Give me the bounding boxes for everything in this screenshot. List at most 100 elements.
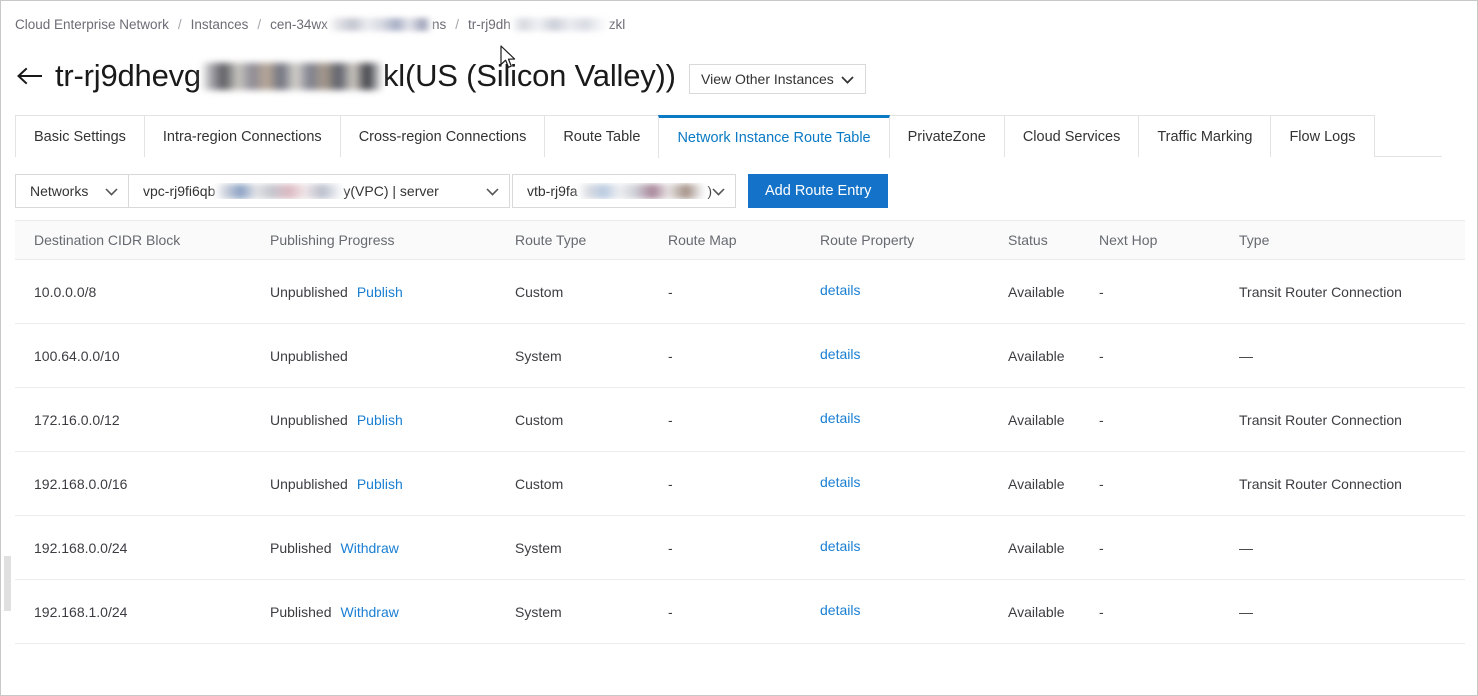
vertical-scrollbar-thumb[interactable] [4, 556, 11, 611]
breadcrumb-tr-id-prefix: tr-rj9dh [467, 16, 511, 32]
tab-traffic-marking[interactable]: Traffic Marking [1138, 115, 1271, 157]
cell-next-hop: - [1099, 539, 1104, 556]
cell-status: Available [1008, 539, 1065, 556]
tab-intra-region-connections[interactable]: Intra-region Connections [143, 115, 340, 157]
table-row: 192.168.1.0/24 Published Withdraw System … [15, 580, 1465, 644]
network-type-select-value: Networks [30, 183, 89, 199]
withdraw-link[interactable]: Withdraw [341, 540, 399, 556]
vertical-scrollbar[interactable] [2, 201, 11, 695]
breadcrumb-item-cen-id[interactable]: cen-34wx ns [270, 17, 446, 32]
breadcrumb-item-cen[interactable]: Cloud Enterprise Network [15, 17, 169, 32]
tab-privatezone[interactable]: PrivateZone [889, 115, 1004, 157]
cell-route-type: System [515, 347, 562, 364]
vpc-select-suffix: y(VPC) | server [343, 183, 439, 199]
breadcrumb-item-instances[interactable]: Instances [191, 17, 249, 32]
vpc-select[interactable]: vpc-rj9fi6qb y(VPC) | server [128, 174, 510, 208]
route-property-details-link[interactable]: details [820, 538, 860, 554]
column-header-next-hop: Next Hop [1099, 232, 1158, 248]
tab-flow-logs[interactable]: Flow Logs [1270, 115, 1375, 157]
cell-status: Available [1008, 411, 1065, 428]
breadcrumb-item-tr-id[interactable]: tr-rj9dh zkl [468, 17, 625, 32]
cell-destination-cidr-block: 172.16.0.0/12 [34, 411, 120, 428]
tab-network-instance-route-table[interactable]: Network Instance Route Table [658, 115, 890, 158]
route-entries-table: Destination CIDR Block Publishing Progre… [15, 220, 1465, 644]
cell-route-map: - [668, 411, 673, 428]
withdraw-link[interactable]: Withdraw [341, 604, 399, 620]
route-property-details-link[interactable]: details [820, 602, 860, 618]
redacted-blur-icon [201, 62, 382, 90]
add-route-entry-button[interactable]: Add Route Entry [748, 174, 889, 208]
publish-link[interactable]: Publish [357, 412, 403, 428]
publishing-status-text: Unpublished [270, 475, 348, 492]
tab-cross-region-connections[interactable]: Cross-region Connections [339, 115, 545, 157]
cell-status: Available [1008, 347, 1065, 364]
cell-route-type: Custom [515, 475, 564, 492]
cell-type: Transit Router Connection [1239, 283, 1402, 300]
table-row: 192.168.0.0/16 Unpublished Publish Custom… [15, 452, 1465, 516]
breadcrumb-cen-id-suffix: ns [431, 16, 447, 32]
cell-route-type: Custom [515, 283, 564, 300]
column-header-route-property: Route Property [820, 232, 915, 248]
breadcrumb: Cloud Enterprise Network / Instances / c… [15, 14, 625, 34]
cell-destination-cidr-block: 192.168.0.0/16 [34, 475, 128, 492]
view-other-instances-button[interactable]: View Other Instances [689, 64, 866, 94]
cell-route-property: details [820, 474, 1008, 492]
cell-route-map: - [668, 283, 673, 300]
cell-publishing-progress: Unpublished [270, 348, 515, 364]
cell-type: — [1239, 603, 1253, 620]
vpc-select-value: vpc-rj9fi6qb y(VPC) | server [143, 183, 439, 199]
table-header-row: Destination CIDR Block Publishing Progre… [15, 220, 1465, 260]
cell-status: Available [1008, 475, 1065, 492]
cell-route-property: details [820, 602, 1008, 620]
cell-publishing-progress: Published Withdraw [270, 540, 515, 556]
view-other-instances-label: View Other Instances [701, 71, 834, 87]
cell-publishing-progress: Unpublished Publish [270, 284, 515, 300]
tab-route-table[interactable]: Route Table [544, 115, 659, 157]
publishing-status-text: Unpublished [270, 347, 348, 364]
redacted-blur-icon [577, 183, 708, 199]
cell-route-type: System [515, 539, 562, 556]
breadcrumb-separator: / [177, 16, 182, 32]
publish-link[interactable]: Publish [357, 284, 403, 300]
cell-route-map: - [668, 539, 673, 556]
breadcrumb-separator: / [455, 16, 459, 32]
tab-cloud-services[interactable]: Cloud Services [1003, 115, 1139, 157]
redacted-blur-icon [510, 18, 609, 32]
network-type-select[interactable]: Networks [15, 174, 129, 208]
table-row: 192.168.0.0/24 Published Withdraw System … [15, 516, 1465, 580]
route-property-details-link[interactable]: details [820, 346, 860, 362]
tab-bar: Basic Settings Intra-region Connections … [15, 115, 1442, 158]
chevron-down-icon [841, 71, 854, 87]
page-root: Cloud Enterprise Network / Instances / c… [0, 0, 1478, 696]
column-header-route-type: Route Type [515, 232, 587, 248]
cell-publishing-progress: Unpublished Publish [270, 476, 515, 492]
route-property-details-link[interactable]: details [820, 410, 860, 426]
route-property-details-link[interactable]: details [820, 474, 860, 490]
cell-type: — [1239, 347, 1253, 364]
cell-route-property: details [820, 410, 1008, 428]
publishing-status-text: Published [270, 539, 332, 556]
cell-destination-cidr-block: 10.0.0.0/8 [34, 283, 97, 300]
cell-destination-cidr-block: 192.168.0.0/24 [34, 539, 128, 556]
breadcrumb-tr-id-suffix: zkl [608, 16, 626, 32]
cell-type: — [1239, 539, 1253, 556]
route-table-select[interactable]: vtb-rj9fa) [512, 174, 736, 208]
page-title-prefix: tr-rj9dhevg [55, 58, 201, 93]
page-header: tr-rj9dhevg kl(US (Silicon Valley)) [15, 53, 676, 99]
arrow-left-icon[interactable] [15, 61, 45, 91]
route-table-select-value: vtb-rj9fa) [527, 183, 712, 199]
cell-publishing-progress: Published Withdraw [270, 604, 515, 620]
tab-basic-settings[interactable]: Basic Settings [15, 115, 144, 157]
cell-next-hop: - [1099, 603, 1104, 620]
table-row: 100.64.0.0/10 Unpublished System - detai… [15, 324, 1465, 388]
publish-link[interactable]: Publish [357, 476, 403, 492]
publishing-status-text: Unpublished [270, 283, 348, 300]
column-header-route-map: Route Map [668, 232, 737, 248]
cell-status: Available [1008, 603, 1065, 620]
column-header-type: Type [1239, 232, 1270, 248]
route-property-details-link[interactable]: details [820, 282, 860, 298]
cell-next-hop: - [1099, 283, 1104, 300]
chevron-down-icon [105, 183, 118, 199]
page-title-suffix: kl(US (Silicon Valley)) [382, 58, 676, 93]
table-row: 172.16.0.0/12 Unpublished Publish Custom … [15, 388, 1465, 452]
